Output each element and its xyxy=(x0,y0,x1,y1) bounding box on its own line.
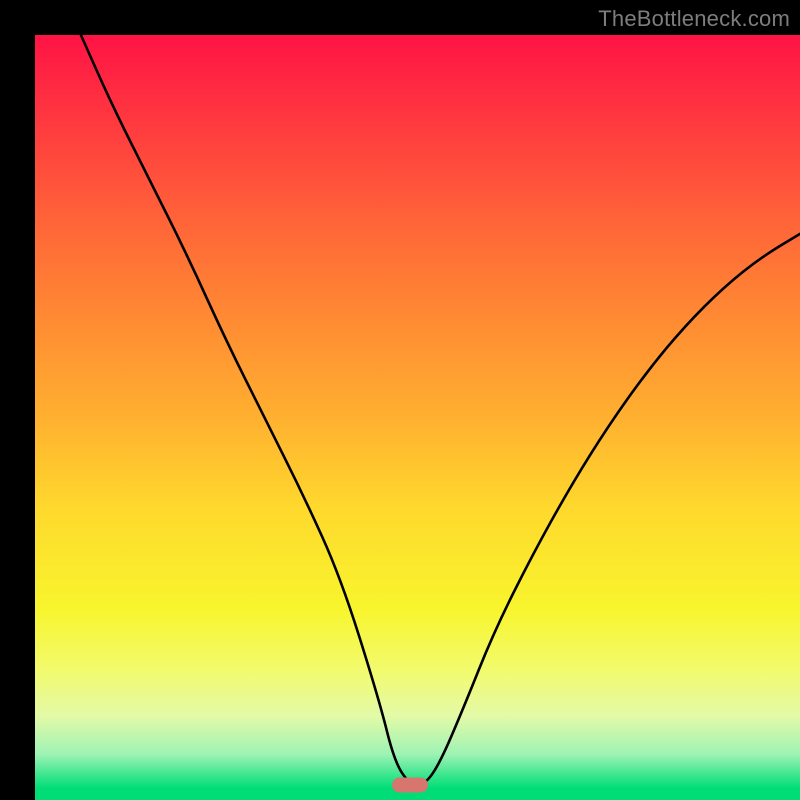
watermark-text: TheBottleneck.com xyxy=(598,6,790,32)
plot-area xyxy=(35,35,800,800)
chart-frame: TheBottleneck.com xyxy=(0,0,800,800)
optimal-marker xyxy=(392,777,428,792)
bottleneck-curve xyxy=(35,35,800,800)
